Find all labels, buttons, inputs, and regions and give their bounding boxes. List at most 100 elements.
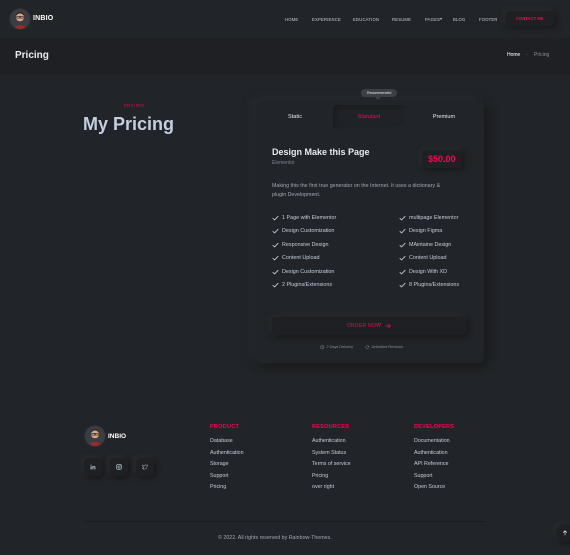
feature-item: MAintaine Design [399,238,459,252]
feature-label: Responsive Design [282,241,329,248]
instagram-icon [116,464,122,470]
tab-premium[interactable]: Premium [410,105,478,129]
recommended-badge: Recommended [361,89,398,97]
check-icon [399,256,406,261]
footer-link[interactable]: Pricing [312,473,351,485]
footer-link[interactable]: Authentication [210,450,244,462]
plan-price: $50.00 [422,150,462,168]
twitter-icon [142,464,148,470]
check-icon [272,215,279,221]
footer-link[interactable]: Support [414,473,454,485]
feature-label: Design With XD [409,268,448,275]
instagram-button[interactable] [110,458,128,476]
feature-item: Responsive Design [272,238,336,252]
footer-avatar[interactable] [84,425,106,447]
footer-link[interactable]: over right [312,484,351,496]
brand-name[interactable]: INBIO [33,15,53,22]
feature-label: 2 Plugins/Extensions [282,282,333,289]
check-icon [399,215,406,221]
tab-static[interactable]: Static [262,105,328,129]
nav-experience[interactable]: EXPERIENCE [312,17,341,22]
twitter-button[interactable] [136,458,154,476]
delivery-text: 2 Days Delivery [326,345,354,350]
feature-label: 8 Plugins/Extensions [409,282,460,289]
footer-link[interactable]: Authentication [312,438,351,450]
features-left: 1 Page with Elementor Design Customizati… [272,211,336,292]
footer-link[interactable]: API Reference [414,461,454,473]
tab-standard[interactable]: Standard [333,105,405,129]
footer-link[interactable]: Support [210,473,244,485]
feature-item: Content Upload [399,252,459,266]
footer-link[interactable]: Storage [210,461,244,473]
breadcrumb-home[interactable]: Home [507,52,520,58]
feature-item: Design Figma [399,225,459,239]
page-title: Pricing [15,50,49,61]
revision-text: Unlimited Revision [371,345,403,350]
check-icon [399,229,406,234]
section-title: My Pricing [83,114,175,134]
linkedin-icon [90,464,96,470]
title-bar [0,38,570,75]
footer-column-resources: RESOURCES Authentication System Status T… [312,424,351,496]
footer-column-developers: DEVELOPERS Documentation Authentication … [414,424,454,496]
nav-resume[interactable]: RESUME [392,17,411,22]
refresh-icon [365,345,369,349]
nav-pages[interactable]: PAGES [425,17,440,22]
order-now-button[interactable]: ORDER NOW [272,317,466,335]
chevron-down-icon[interactable]: ▾ [440,16,442,21]
plan-description: Making this the first true generator on … [272,183,441,198]
feature-item: Content Upload [272,252,336,266]
check-icon [272,269,279,275]
avatar[interactable] [9,8,31,30]
footer-column-heading: PRODUCT [210,424,240,430]
feature-item: 2 Plugins/Extensions [272,279,336,293]
check-icon [272,229,279,234]
footer-divider [85,521,485,522]
feature-label: Content Upload [409,255,447,262]
back-to-top-button[interactable] [556,524,570,542]
check-icon [272,242,279,248]
footer-column-product: PRODUCT Database Authentication Storage … [210,424,244,496]
features-right: multipage Elementor Design Figma MAintai… [399,211,459,292]
nav-home[interactable]: HOME [285,17,298,22]
footer-column-heading: DEVELOPERS [414,424,455,430]
feature-label: Design Customization [282,268,335,275]
breadcrumb-current: Pricing [534,52,550,58]
footer-link[interactable]: Pricing [210,484,244,496]
footer-link[interactable]: Database [210,438,244,450]
feature-label: MAintaine Design [409,241,452,248]
breadcrumb-separator: · [526,52,528,58]
copyright-text: © 2022. All rights reserved by Rainbow-T… [218,535,332,541]
feature-item: Design Customization [272,225,336,239]
check-icon [399,283,406,288]
nav-footer[interactable]: FOOTER [479,17,498,22]
check-icon [399,242,406,248]
footer-column-heading: RESOURCES [312,424,350,430]
check-icon [272,256,279,261]
footer-brand[interactable]: INBIO [108,433,126,440]
nav-blog[interactable]: BLOG [453,17,465,22]
linkedin-button[interactable] [84,458,102,476]
nav-education[interactable]: EDUCATION [353,17,379,22]
footer-link[interactable]: System Status [312,450,351,462]
feature-label: Content Upload [282,255,320,262]
feature-item: Design Customization [272,265,336,279]
plan-subtitle: Elementor [272,160,295,166]
footer-link[interactable]: Terms of service [312,461,351,473]
clock-icon [320,345,325,350]
feature-label: multipage Elementor [409,214,459,221]
footer-link[interactable]: Documentation [414,438,454,450]
order-now-label: ORDER NOW [346,323,382,329]
feature-item: 1 Page with Elementor [272,211,336,225]
feature-label: 1 Page with Elementor [282,214,337,221]
recommended-badge-tip [375,97,381,100]
footer-link[interactable]: Authentication [414,450,454,462]
arrow-up-icon [562,530,568,536]
check-icon [399,269,406,275]
feature-label: Design Figma [409,228,443,235]
footer-link[interactable]: Open Source [414,484,454,496]
plan-title: Design Make this Page [272,147,370,157]
feature-item: multipage Elementor [399,211,459,225]
arrow-right-icon [385,323,391,329]
contact-me-button[interactable]: CONTACT ME [506,11,554,26]
